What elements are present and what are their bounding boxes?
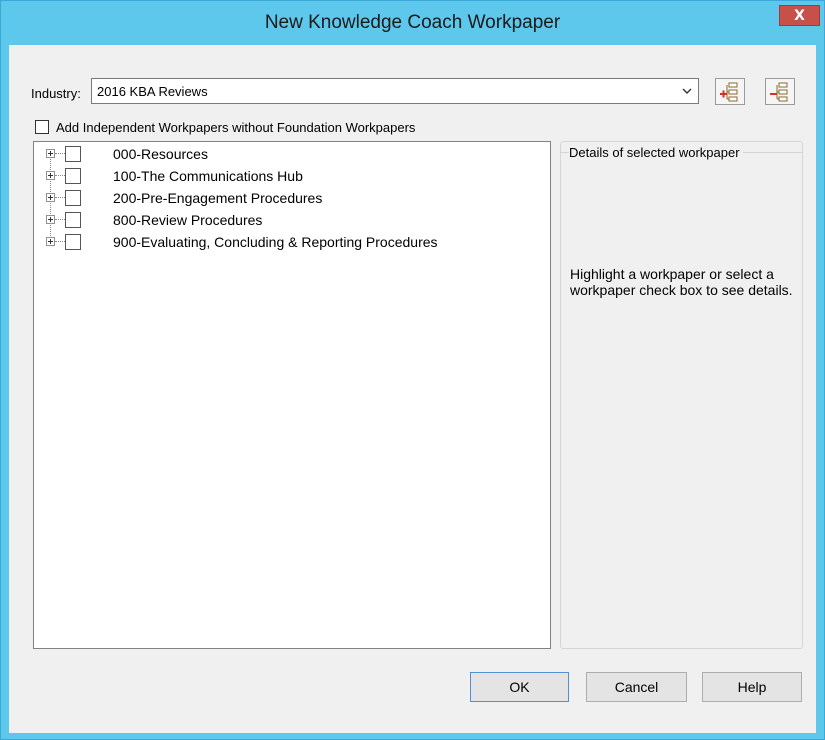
chevron-down-icon (682, 88, 692, 94)
tree-item-label: 800-Review Procedures (113, 212, 263, 228)
ok-button[interactable]: OK (470, 672, 569, 702)
expand-plus-icon[interactable] (46, 193, 55, 202)
tree-connector (55, 241, 65, 242)
tree-item[interactable]: 900-Evaluating, Concluding & Reporting P… (34, 232, 544, 252)
tree-item-label: 200-Pre-Engagement Procedures (113, 190, 323, 206)
tree-item[interactable]: 800-Review Procedures (34, 210, 544, 230)
independent-workpapers-checkbox[interactable] (35, 120, 49, 134)
tree-connector (55, 175, 65, 176)
dialog-window: New Knowledge Coach Workpaper X Industry… (0, 0, 825, 740)
tree-item-checkbox[interactable] (65, 234, 81, 250)
close-icon: X (794, 7, 805, 24)
details-groupbox: Details of selected workpaper Highlight … (560, 141, 803, 649)
details-title: Details of selected workpaper (569, 145, 743, 160)
expand-plus-icon[interactable] (46, 171, 55, 180)
tree-item[interactable]: 100-The Communications Hub (34, 166, 544, 186)
tree-item-checkbox[interactable] (65, 212, 81, 228)
tree-item[interactable]: 200-Pre-Engagement Procedures (34, 188, 544, 208)
tree-item-label: 000-Resources (113, 146, 208, 162)
expand-plus-icon[interactable] (46, 215, 55, 224)
industry-label: Industry: (31, 86, 81, 101)
help-button[interactable]: Help (702, 672, 802, 702)
dialog-client: Industry: 2016 KBA Reviews Add Independe… (9, 45, 816, 733)
cancel-button[interactable]: Cancel (586, 672, 687, 702)
industry-value: 2016 KBA Reviews (97, 84, 208, 99)
details-text: Highlight a workpaper or select a workpa… (570, 266, 793, 298)
tree-item-checkbox[interactable] (65, 190, 81, 206)
title-bar[interactable]: New Knowledge Coach Workpaper X (1, 1, 824, 45)
workpaper-tree[interactable]: 000-Resources 100-The Communications Hub… (33, 141, 551, 649)
industry-dropdown[interactable]: 2016 KBA Reviews (91, 78, 699, 104)
tree-item[interactable]: 000-Resources (34, 144, 544, 164)
tree-connector (55, 197, 65, 198)
tree-item-label: 900-Evaluating, Concluding & Reporting P… (113, 234, 438, 250)
collapse-all-button[interactable] (765, 78, 795, 105)
independent-workpapers-label: Add Independent Workpapers without Found… (56, 119, 416, 135)
expand-plus-icon[interactable] (46, 237, 55, 246)
window-title: New Knowledge Coach Workpaper (264, 12, 561, 33)
independent-workpapers-option[interactable]: Add Independent Workpapers without Found… (35, 119, 415, 135)
expand-plus-icon[interactable] (46, 149, 55, 158)
tree-connector (55, 153, 65, 154)
close-button[interactable]: X (779, 5, 820, 26)
collapse-tree-icon (770, 82, 788, 101)
tree-connector (55, 219, 65, 220)
expand-all-button[interactable] (715, 78, 745, 105)
tree-item-label: 100-The Communications Hub (113, 168, 303, 184)
tree-item-checkbox[interactable] (65, 168, 81, 184)
tree-item-checkbox[interactable] (65, 146, 81, 162)
expand-tree-icon (720, 82, 738, 101)
